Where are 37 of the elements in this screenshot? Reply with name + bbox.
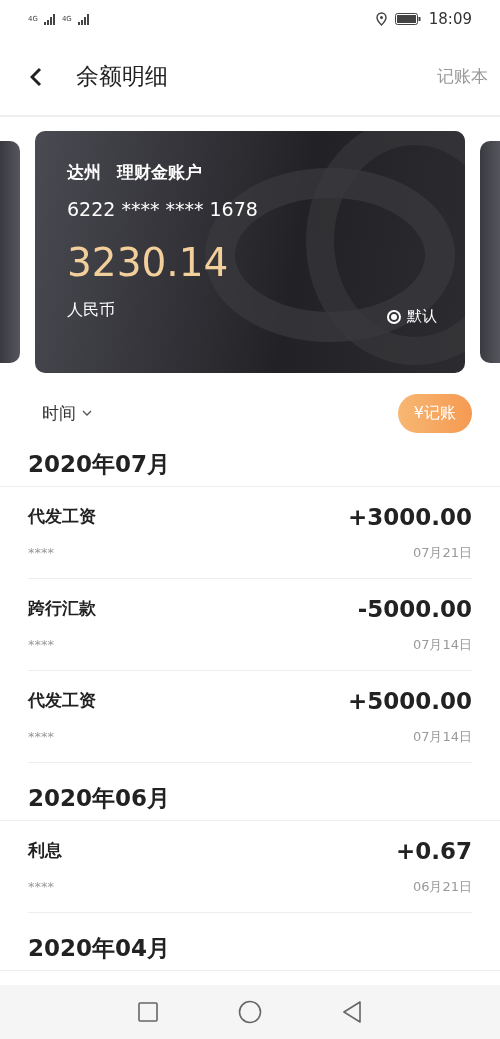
account-type: 理财金账户 [117, 161, 202, 184]
transaction-note: **** [28, 545, 54, 560]
transaction-amount: -5000.00 [357, 595, 472, 622]
status-time: 18:09 [428, 10, 472, 28]
time-filter[interactable]: 时间 [42, 401, 92, 425]
battery-icon [394, 13, 421, 25]
signal-icon [43, 13, 56, 25]
transaction-amount: +5000.00 [347, 687, 472, 714]
transaction-note: **** [28, 729, 54, 744]
transaction-amount: +0.67 [395, 837, 472, 864]
signal-icon [77, 13, 90, 25]
back-nav-button[interactable] [342, 1001, 362, 1023]
transaction-note: **** [28, 879, 54, 894]
page-title: 余额明细 [76, 62, 169, 91]
currency-label: 人民币 [67, 300, 115, 321]
recents-button[interactable] [138, 1002, 158, 1022]
transaction-title: 利息 [28, 839, 62, 862]
transaction-amount: +3000.00 [347, 503, 472, 530]
month-header: 2020年06月 [0, 775, 500, 821]
balance-amount: 3230.14 [67, 240, 230, 285]
chevron-down-icon [82, 410, 92, 416]
transaction-date: 07月14日 [412, 727, 472, 746]
card-number: 6222 **** **** 1678 [67, 198, 259, 220]
month-header: 2020年04月 [0, 925, 500, 971]
transaction-note: **** [28, 637, 54, 652]
transaction-date: 06月21日 [412, 877, 472, 896]
transaction-title: 代发工资 [28, 689, 96, 712]
transaction-date: 07月14日 [412, 635, 472, 654]
home-button[interactable] [238, 1000, 262, 1024]
default-radio[interactable]: 默认 [387, 307, 437, 326]
transaction-date: 07月21日 [412, 543, 472, 562]
transaction-title: 跨行汇款 [28, 597, 96, 620]
location-icon [375, 12, 387, 26]
back-button[interactable] [30, 66, 42, 87]
month-header: 2020年07月 [0, 441, 500, 487]
transaction-title: 代发工资 [28, 505, 96, 528]
bank-name: 达州 [67, 161, 101, 184]
